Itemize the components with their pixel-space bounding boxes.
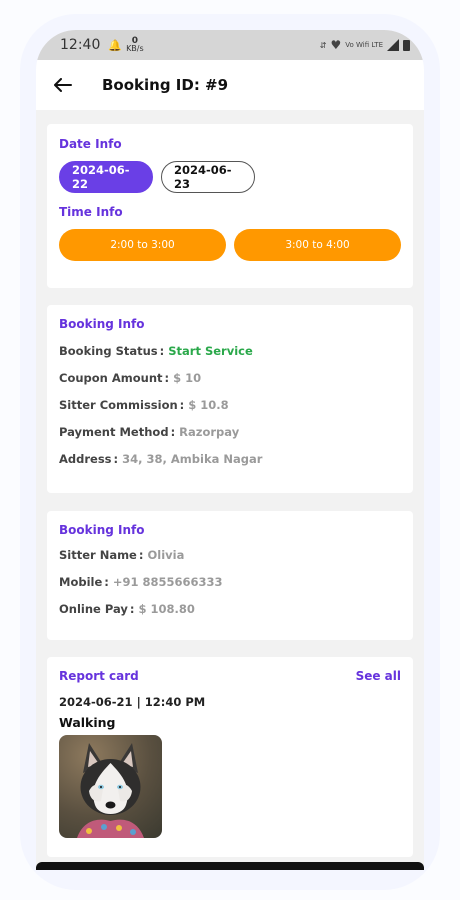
time-slot[interactable]: 3:00 to 4:00	[234, 229, 401, 261]
date-info-title: Date Info	[59, 137, 122, 151]
time-slots: 2:00 to 3:00 3:00 to 4:00	[59, 229, 401, 261]
row-value: +91 8855666333	[112, 575, 223, 589]
coupon-amount-row: Coupon Amount: $ 10	[59, 371, 202, 385]
row-label: Booking Status	[59, 344, 158, 358]
row-value: $ 10	[173, 371, 202, 385]
address-row: Address: 34, 38, Ambika Nagar	[59, 452, 263, 466]
report-activity: Walking	[59, 715, 116, 730]
husky-dog-photo[interactable]	[59, 735, 162, 838]
sitter-info-card: Booking Info Sitter Name: Olivia Mobile:…	[47, 511, 413, 640]
report-card-header: Report card See all	[59, 669, 401, 683]
network-type: Vo Wifi LTE	[345, 41, 383, 49]
report-card: Report card See all 2024-06-21 | 12:40 P…	[47, 657, 413, 857]
status-icons: ⇵ ♥ Vo Wifi LTE	[320, 38, 410, 52]
date-chip[interactable]: 2024-06-23	[161, 161, 255, 193]
arrow-left-icon[interactable]	[54, 73, 84, 97]
phone-screen: 12:40 🔔 0 KB/s ⇵ ♥ Vo Wifi LTE Booking I…	[36, 30, 424, 870]
battery-icon	[403, 39, 410, 51]
row-label: Online Pay	[59, 602, 128, 616]
mobile-row: Mobile: +91 8855666333	[59, 575, 223, 589]
row-label: Address	[59, 452, 112, 466]
data-arrows-icon: ⇵	[319, 40, 327, 50]
date-chips: 2024-06-22 2024-06-23	[59, 161, 401, 193]
row-value: Olivia	[147, 548, 185, 562]
time-info-title: Time Info	[59, 205, 123, 219]
payment-method-row: Payment Method: Razorpay	[59, 425, 240, 439]
signal-icon	[387, 39, 399, 51]
page-title: Booking ID: #9	[102, 76, 229, 94]
row-value: $ 108.80	[138, 602, 195, 616]
network-speed: 0 KB/s	[126, 37, 144, 53]
notification-bell-icon: 🔔	[108, 38, 123, 52]
row-label: Payment Method	[59, 425, 169, 439]
row-value: $ 10.8	[188, 398, 229, 412]
wifi-icon: ♥	[330, 38, 342, 52]
sitter-commission-row: Sitter Commission: $ 10.8	[59, 398, 229, 412]
speed-unit: KB/s	[126, 44, 144, 53]
booking-info-card: Booking Info Booking Status: Start Servi…	[47, 305, 413, 493]
time-slot[interactable]: 2:00 to 3:00	[59, 229, 226, 261]
report-card-title: Report card	[59, 669, 139, 683]
report-datetime: 2024-06-21 | 12:40 PM	[59, 695, 206, 709]
online-pay-row: Online Pay: $ 108.80	[59, 602, 195, 616]
row-label: Sitter Name	[59, 548, 137, 562]
row-label: Sitter Commission	[59, 398, 178, 412]
date-chip-selected[interactable]: 2024-06-22	[59, 161, 153, 193]
date-time-card: Date Info 2024-06-22 2024-06-23 Time Inf…	[47, 124, 413, 288]
sitter-name-row: Sitter Name: Olivia	[59, 548, 185, 562]
row-value: 34, 38, Ambika Nagar	[122, 452, 263, 466]
sitter-info-title: Booking Info	[59, 523, 145, 537]
booking-status-row: Booking Status: Start Service	[59, 344, 253, 358]
booking-info-title: Booking Info	[59, 317, 145, 331]
row-value: Razorpay	[179, 425, 240, 439]
row-label: Mobile	[59, 575, 103, 589]
status-time: 12:40	[60, 37, 101, 53]
see-all-link[interactable]: See all	[356, 669, 401, 683]
row-label: Coupon Amount	[59, 371, 163, 385]
app-bar: Booking ID: #9	[36, 60, 424, 110]
status-badge: Start Service	[168, 344, 253, 358]
bottom-nav-edge	[36, 862, 424, 870]
status-bar: 12:40 🔔 0 KB/s ⇵ ♥ Vo Wifi LTE	[36, 30, 424, 60]
